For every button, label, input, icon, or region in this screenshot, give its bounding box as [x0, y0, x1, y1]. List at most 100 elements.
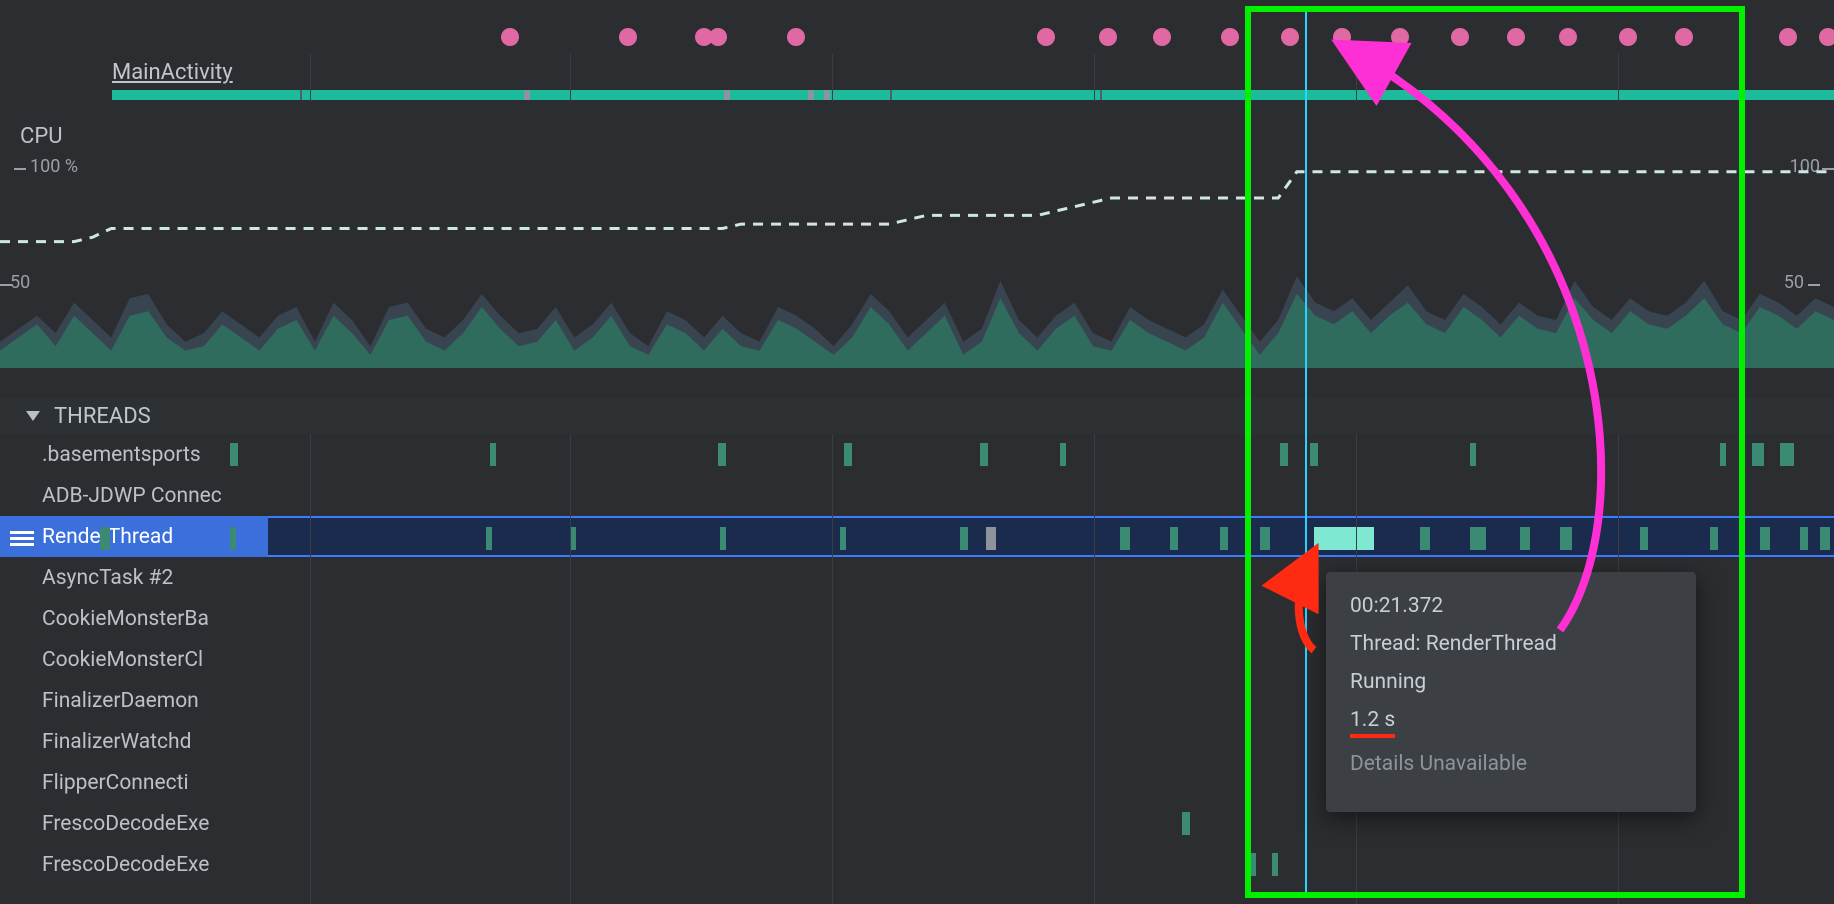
thread-activity-segment[interactable] [980, 443, 988, 466]
thread-timeline[interactable] [268, 434, 1834, 475]
event-marker-dot[interactable] [1221, 28, 1239, 46]
timeline-gridline [832, 54, 833, 102]
thread-activity-segment[interactable] [1220, 527, 1228, 550]
event-marker-dot[interactable] [1451, 28, 1469, 46]
thread-name[interactable]: FlipperConnecti [0, 762, 268, 803]
activity-label[interactable]: MainActivity [112, 60, 233, 85]
tooltip-duration-value: 1.2 s [1350, 708, 1395, 738]
timeline-gridline [1618, 54, 1619, 102]
thread-name[interactable]: ADB-JDWP Connec [0, 475, 268, 516]
thread-activity-segment[interactable] [1420, 527, 1430, 550]
thread-row[interactable]: ADB-JDWP Connec [0, 475, 1834, 516]
thread-activity-segment[interactable] [490, 443, 496, 466]
timeline-gridline [832, 434, 833, 904]
thread-activity-segment[interactable] [844, 443, 852, 466]
timeline-gridline [570, 54, 571, 102]
thread-activity-segment[interactable] [1720, 443, 1726, 466]
activity-row: MainActivity [0, 54, 1834, 102]
event-marker-strip[interactable] [0, 0, 1834, 54]
thread-running-segment[interactable] [1314, 527, 1374, 550]
event-marker-dot[interactable] [1153, 28, 1171, 46]
event-marker-dot[interactable] [709, 28, 727, 46]
profiler-root: MainActivity CPU 100 % 50 100 50 THREADS… [0, 0, 1834, 904]
thread-activity-segment[interactable] [1272, 853, 1278, 876]
event-marker-dot[interactable] [1037, 28, 1055, 46]
threads-section-header[interactable]: THREADS [0, 398, 1834, 434]
thread-activity-segment[interactable] [1520, 527, 1530, 550]
thread-row[interactable]: FrescoDecodeExe [0, 844, 1834, 885]
event-marker-dot[interactable] [1779, 28, 1797, 46]
thread-row[interactable]: RenderThread [0, 516, 1834, 557]
threads-header-label: THREADS [54, 404, 151, 429]
thread-activity-segment[interactable] [1120, 527, 1130, 550]
timeline-gridline [1094, 434, 1095, 904]
activity-faint-marker [300, 90, 302, 100]
activity-gap [524, 90, 530, 100]
thread-row[interactable]: .basementsports [0, 434, 1834, 475]
thread-activity-segment[interactable] [1248, 853, 1256, 876]
event-marker-dot[interactable] [1507, 28, 1525, 46]
thread-activity-segment[interactable] [1640, 527, 1648, 550]
activity-gap [808, 90, 814, 100]
thread-name[interactable]: CookieMonsterBa [0, 598, 268, 639]
thread-timeline[interactable] [268, 516, 1834, 557]
event-marker-dot[interactable] [1333, 28, 1351, 46]
chevron-down-icon [26, 411, 40, 421]
thread-activity-segment[interactable] [230, 443, 238, 466]
thread-name[interactable]: AsyncTask #2 [0, 557, 268, 598]
event-marker-dot[interactable] [619, 28, 637, 46]
activity-lifecycle-bar[interactable] [112, 90, 1834, 100]
thread-activity-segment[interactable] [230, 527, 236, 550]
timeline-gridline [1356, 54, 1357, 102]
thread-activity-segment[interactable] [1280, 443, 1288, 466]
thread-activity-segment[interactable] [1310, 443, 1318, 466]
thread-name[interactable]: .basementsports [0, 434, 268, 475]
activity-faint-marker [890, 90, 892, 100]
event-marker-dot[interactable] [1391, 28, 1409, 46]
thread-activity-segment[interactable] [1800, 527, 1808, 550]
thread-name[interactable]: FinalizerWatchd [0, 721, 268, 762]
event-marker-dot[interactable] [1559, 28, 1577, 46]
timeline-gridline [310, 54, 311, 102]
cpu-dashed-line [0, 172, 1834, 242]
event-marker-dot[interactable] [1819, 28, 1834, 46]
thread-timeline[interactable] [268, 844, 1834, 885]
thread-activity-segment[interactable] [100, 527, 110, 550]
event-marker-dot[interactable] [1099, 28, 1117, 46]
thread-activity-segment[interactable] [1170, 527, 1178, 550]
thread-activity-segment[interactable] [720, 527, 726, 550]
thread-activity-segment[interactable] [1760, 527, 1770, 550]
thread-activity-segment[interactable] [1260, 527, 1270, 550]
thread-activity-segment[interactable] [1820, 527, 1830, 550]
thread-activity-segment[interactable] [1710, 527, 1718, 550]
event-marker-dot[interactable] [1619, 28, 1637, 46]
thread-timeline[interactable] [268, 475, 1834, 516]
event-marker-dot[interactable] [1281, 28, 1299, 46]
event-marker-dot[interactable] [787, 28, 805, 46]
event-marker-dot[interactable] [1675, 28, 1693, 46]
thread-waiting-segment[interactable] [986, 527, 996, 550]
cpu-chart[interactable]: CPU 100 % 50 100 50 [0, 116, 1834, 376]
thread-activity-segment[interactable] [1470, 527, 1486, 550]
thread-activity-segment[interactable] [1470, 443, 1476, 466]
thread-name[interactable]: FrescoDecodeExe [0, 844, 268, 885]
drag-handle-icon[interactable] [10, 528, 34, 546]
activity-gap [824, 90, 830, 100]
thread-name[interactable]: CookieMonsterCl [0, 639, 268, 680]
event-marker-dot[interactable] [501, 28, 519, 46]
thread-activity-segment[interactable] [1182, 812, 1190, 835]
thread-name[interactable]: FrescoDecodeExe [0, 803, 268, 844]
thread-activity-segment[interactable] [960, 527, 968, 550]
activity-faint-marker [1100, 90, 1102, 100]
thread-name[interactable]: FinalizerDaemon [0, 680, 268, 721]
thread-activity-segment[interactable] [840, 527, 846, 550]
thread-activity-segment[interactable] [718, 443, 726, 466]
timeline-gridline [1094, 54, 1095, 102]
thread-activity-segment[interactable] [486, 527, 492, 550]
thread-name[interactable]: RenderThread [0, 516, 268, 557]
thread-activity-segment[interactable] [1560, 527, 1572, 550]
cpu-chart-label: CPU [20, 124, 62, 149]
thread-activity-segment[interactable] [1780, 443, 1794, 466]
thread-activity-segment[interactable] [1752, 443, 1764, 466]
thread-activity-segment[interactable] [1060, 443, 1066, 466]
